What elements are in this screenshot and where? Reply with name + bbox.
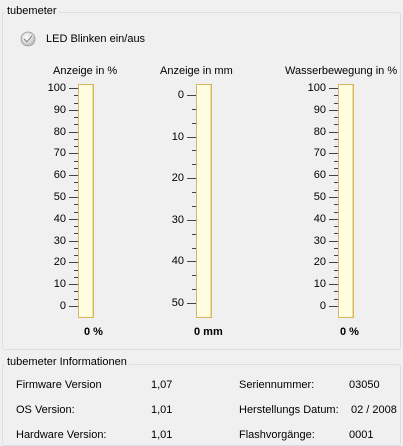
gauge-mm-value: 0 mm	[194, 326, 223, 338]
gauge-mm: 50 40 30 20 10 0	[130, 84, 240, 318]
scale-major-tick	[329, 218, 338, 220]
gauge-percent-label: Anzeige in %	[53, 65, 118, 77]
scale-tick-label: 30	[313, 234, 326, 247]
scale-tick-label: 50	[171, 297, 184, 309]
scale-tick-label: 70	[313, 147, 326, 160]
scale-tick-label: 100	[307, 82, 326, 94]
scale-major-tick	[187, 261, 196, 263]
scale-major-tick	[329, 109, 338, 111]
scale-major-tick	[69, 88, 78, 89]
scale-tick-label: 40	[171, 255, 184, 268]
scale-major-tick	[329, 284, 338, 286]
scale-tick-label: 10	[53, 278, 66, 291]
scale-major-tick	[329, 131, 338, 133]
scale-major-tick	[69, 306, 78, 307]
firmware-value: 1,07	[151, 379, 173, 391]
scale-major-tick	[329, 306, 338, 307]
scale-tick-label: 30	[171, 213, 184, 226]
date-value: 02 / 2008	[351, 404, 397, 416]
serial-label: Seriennummer:	[239, 379, 315, 391]
scale-major-tick	[187, 219, 196, 221]
tubemeter-group-title: tubemeter	[5, 5, 59, 17]
scale-major-tick	[69, 240, 78, 242]
scale-tick-label: 90	[313, 103, 326, 116]
os-value: 1,01	[151, 404, 173, 416]
scale-tick-label: 50	[313, 191, 326, 203]
gauge-percent-tube	[78, 84, 94, 318]
firmware-label: Firmware Version	[16, 379, 102, 391]
scale-major-tick	[69, 131, 78, 133]
scale-tick-label: 100	[47, 82, 66, 94]
scale-major-tick	[69, 109, 78, 111]
scale-major-tick	[187, 136, 196, 138]
gauge-water-tube	[338, 84, 354, 318]
gauge-mm-label: Anzeige in mm	[160, 65, 233, 77]
gauge-water-value: 0 %	[340, 326, 359, 338]
checkmark-icon	[20, 31, 36, 47]
scale-major-tick	[69, 218, 78, 220]
flash-value: 0001	[349, 429, 374, 441]
scale-major-tick	[187, 178, 196, 180]
gauge-percent-value: 0 %	[84, 326, 103, 338]
scale-tick-label: 20	[313, 256, 326, 269]
scale-tick-label: 10	[313, 278, 326, 291]
scale-tick-label: 0	[59, 300, 66, 312]
scale-tick-label: 0	[177, 89, 184, 101]
led-blink-label: LED Blinken ein/aus	[46, 33, 146, 45]
gauge-percent-scale: 100 90 80 70 60 50 40 30 20 10 0	[10, 82, 78, 316]
scale-tick-label: 0	[319, 300, 326, 312]
scale-major-tick	[69, 262, 78, 264]
flash-label: Flashvorgänge:	[239, 429, 315, 441]
scale-tick-label: 30	[53, 234, 66, 247]
os-label: OS Version:	[16, 404, 75, 416]
scale-tick-label: 40	[313, 212, 326, 225]
scale-major-tick	[69, 153, 78, 155]
gauge-water-label: Wasserbewegung in %	[285, 65, 398, 77]
scale-tick-label: 60	[53, 169, 66, 182]
scale-tick-label: 70	[53, 147, 66, 160]
gauge-mm-tube	[196, 84, 212, 318]
scale-major-tick	[69, 284, 78, 286]
scale-tick-label: 50	[53, 191, 66, 203]
scale-tick-label: 10	[171, 130, 184, 143]
hardware-label: Hardware Version:	[16, 429, 107, 441]
scale-major-tick	[187, 303, 196, 304]
scale-tick-label: 80	[313, 125, 326, 138]
scale-major-tick	[69, 197, 78, 198]
scale-major-tick	[329, 88, 338, 89]
info-group-title: tubemeter Informationen	[5, 356, 129, 368]
scale-major-tick	[187, 95, 196, 96]
scale-tick-label: 40	[53, 212, 66, 225]
scale-tick-label: 90	[53, 103, 66, 116]
scale-major-tick	[329, 240, 338, 242]
scale-major-tick	[329, 153, 338, 155]
scale-major-tick	[329, 262, 338, 264]
gauge-water-scale: 100 90 80 70 60 50 40 30 20 10 0	[270, 82, 338, 316]
gauge-water: 100 90 80 70 60 50 40 30 20 10 0	[260, 82, 370, 318]
scale-tick-label: 80	[53, 125, 66, 138]
scale-tick-label: 20	[53, 256, 66, 269]
scale-tick-label: 60	[313, 169, 326, 182]
serial-value: 03050	[349, 379, 380, 391]
scale-major-tick	[329, 175, 338, 177]
gauge-mm-scale: 50 40 30 20 10 0	[130, 84, 196, 316]
date-label: Herstellungs Datum:	[239, 404, 339, 416]
scale-tick-label: 20	[171, 172, 184, 185]
hardware-value: 1,01	[151, 429, 173, 441]
scale-major-tick	[329, 197, 338, 198]
scale-major-tick	[69, 175, 78, 177]
gauge-percent: 100 90 80 70 60 50 40 30 20 10 0	[0, 82, 110, 318]
led-blink-checkbox[interactable]: LED Blinken ein/aus	[20, 30, 145, 48]
